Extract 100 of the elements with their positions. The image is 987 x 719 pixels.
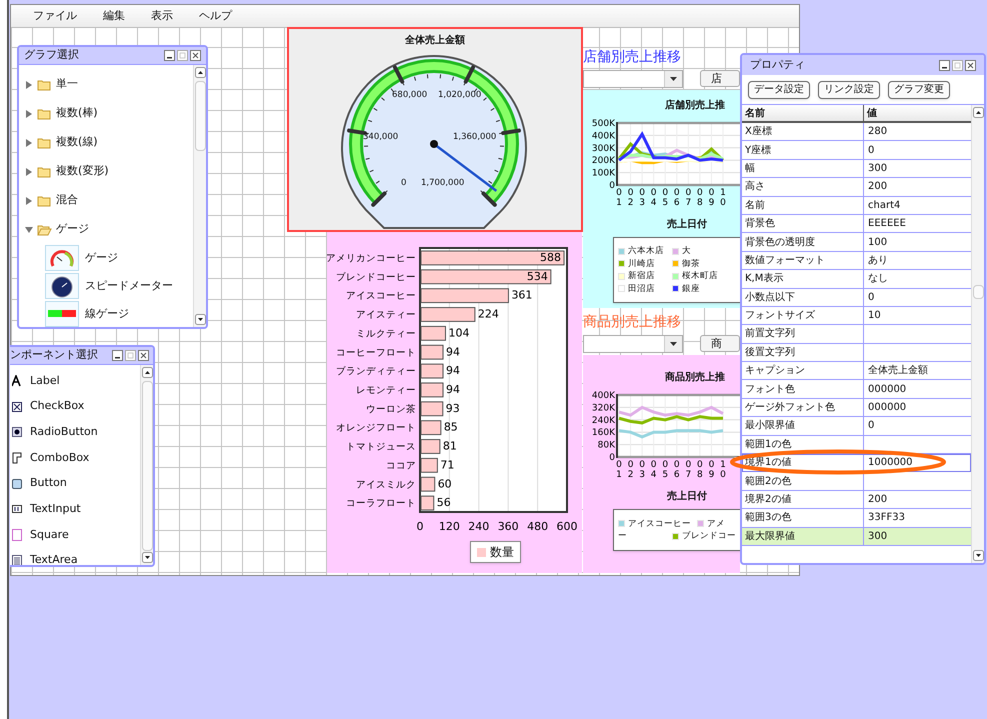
legend-label: アメ xyxy=(707,520,725,528)
tree-item-label: ゲージ xyxy=(56,221,89,238)
property-value: chart4 xyxy=(867,198,900,213)
bar-value-label: 534 xyxy=(526,270,548,283)
property-name: K,M表示 xyxy=(742,270,864,288)
component-label: ComboBox xyxy=(30,450,90,466)
x-tick-label: 600 xyxy=(556,520,578,533)
bar-category-label: オレンジフロート xyxy=(336,422,416,434)
bar-value-label: 93 xyxy=(446,402,460,415)
legend-label: 新宿店 xyxy=(628,272,655,280)
component-label: Square xyxy=(30,526,69,543)
x-tick-label: 09 xyxy=(708,188,714,208)
property-name: フォントサイズ xyxy=(742,306,864,324)
window-title: グラフ選択 xyxy=(24,47,79,64)
property-value: 200 xyxy=(867,180,888,194)
property-name: キャプション xyxy=(742,362,864,380)
legend-label: 桜木町店 xyxy=(682,272,718,280)
property-name: フォント色 xyxy=(742,380,864,398)
chart-title: 店舗別売上推 xyxy=(665,101,725,111)
legend-label: 数量 xyxy=(490,544,514,561)
gauge-scale-label: 1,700,000 xyxy=(421,179,464,188)
bar-value-label: 224 xyxy=(478,308,499,321)
tree-item-label: 単一 xyxy=(56,76,78,92)
y-tick-label: 400K xyxy=(592,131,615,142)
bar-category-label: ココア xyxy=(386,460,416,472)
property-value: 10 xyxy=(867,309,881,324)
property-name: 後置文字列 xyxy=(742,344,864,362)
bar-value-label: 94 xyxy=(446,383,460,396)
x-tick-label: 04 xyxy=(650,460,657,480)
x-axis-title: 売上日付 xyxy=(667,492,707,502)
property-name: 高さ xyxy=(742,178,864,196)
property-name: 範囲3の色 xyxy=(742,509,864,527)
legend-label: 六本木店 xyxy=(628,247,664,256)
x-tick-label: 240 xyxy=(468,520,490,533)
bar-value-label: 588 xyxy=(540,251,562,264)
legend-label: 大 xyxy=(682,247,691,256)
bar-category-label: ブランディティー xyxy=(336,366,416,378)
property-name: 範囲1の色 xyxy=(742,436,864,454)
bar-value-label: 85 xyxy=(444,420,458,434)
x-tick-label: 360 xyxy=(498,520,519,533)
property-value: 000000 xyxy=(867,401,906,416)
gauge-scale-label: 0 xyxy=(401,179,406,188)
property-name: 前置文字列 xyxy=(742,325,864,343)
legend-label: 川崎店 xyxy=(628,260,655,268)
y-tick-label: 100K xyxy=(592,168,615,179)
gauge-scale-label: 340,000 xyxy=(363,133,398,142)
bar-value-label: 71 xyxy=(440,458,454,472)
legend-label: ブレンドコー xyxy=(682,532,736,540)
window-title: ンポーネント選択 xyxy=(10,347,98,364)
bar-category-label: アイスコーヒー xyxy=(346,290,416,302)
x-tick-label: 06 xyxy=(674,460,680,480)
y-tick-label: 400K xyxy=(592,391,615,401)
y-tick-label: 160K xyxy=(592,428,615,438)
bar-value-label: 56 xyxy=(436,496,451,510)
bar-category-label: アイスミルク xyxy=(356,479,416,490)
tree-item-label: 複数(線) xyxy=(56,134,98,150)
y-tick-label: 80K xyxy=(598,440,615,451)
section-heading: 商品別売上推移 xyxy=(583,315,681,329)
tree-item-label: 複数(変形) xyxy=(56,163,109,180)
property-name: X座標 xyxy=(742,123,864,140)
bar-value-label: 94 xyxy=(446,345,460,358)
x-tick-label: 0 xyxy=(416,520,424,533)
property-name: 小数点以下 xyxy=(742,288,864,306)
property-value: なし xyxy=(867,272,888,286)
property-name: 最大限界値 xyxy=(742,528,864,545)
gauge-scale-label: 1,020,000 xyxy=(438,91,482,100)
x-tick-label: 01 xyxy=(616,188,622,208)
property-name: 背景色の透明度 xyxy=(742,233,864,251)
property-value: 000000 xyxy=(867,382,906,397)
gauge-scale-label: 680,000 xyxy=(392,91,428,100)
component-label: TextInput xyxy=(30,501,81,518)
component-label: Label xyxy=(30,372,60,389)
x-axis-title: 売上日付 xyxy=(667,220,707,230)
property-name: 背景色 xyxy=(742,214,864,232)
window-title: プロパティ xyxy=(750,56,805,73)
property-value: EEEEEE xyxy=(867,217,906,232)
x-tick-label: 08 xyxy=(697,188,703,208)
x-tick-label: 10 xyxy=(720,460,726,480)
property-name: ゲージ外フォント色 xyxy=(742,398,864,416)
legend-label: 御茶 xyxy=(682,260,700,268)
property-value: 33FF33 xyxy=(867,511,905,526)
x-tick-label: 02 xyxy=(628,460,634,480)
property-value: 0 xyxy=(867,144,874,158)
y-tick-label: 320K xyxy=(592,403,615,414)
tree-item-label: 線ゲージ xyxy=(85,306,129,322)
property-name: 範囲2の色 xyxy=(742,472,864,490)
section-heading: 店舗別売上推移 xyxy=(583,50,681,64)
bar-value-label: 81 xyxy=(442,440,457,453)
property-value: 300 xyxy=(867,530,888,544)
tree-item-label: 複数(棒) xyxy=(56,105,98,122)
y-tick-label: 300K xyxy=(592,144,615,154)
y-tick-label: 0 xyxy=(609,453,615,463)
property-value: 100 xyxy=(867,236,888,250)
property-value: あり xyxy=(867,254,888,268)
bar-value-label: 60 xyxy=(438,477,452,490)
x-tick-label: 05 xyxy=(662,460,668,480)
property-value: 200 xyxy=(867,493,888,507)
bar-category-label: トマトジュース xyxy=(346,442,416,453)
x-tick-label: 05 xyxy=(662,188,668,208)
x-tick-label: 09 xyxy=(708,460,714,480)
